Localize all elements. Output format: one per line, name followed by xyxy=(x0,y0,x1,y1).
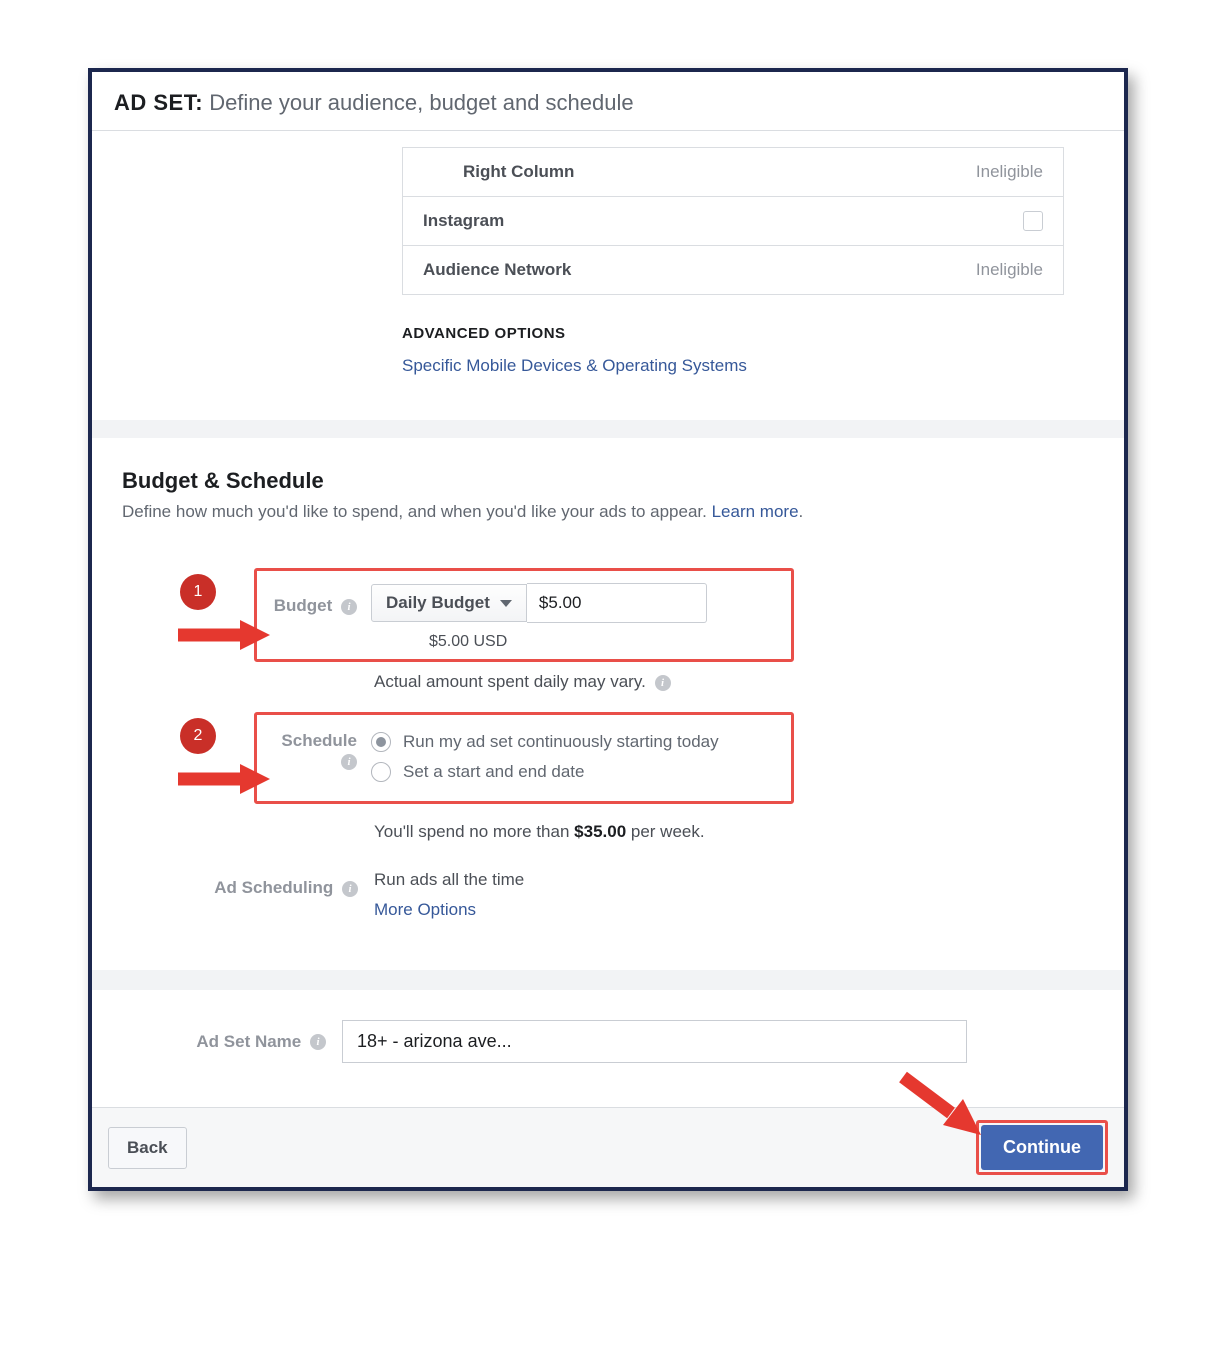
arrow-icon xyxy=(174,618,270,652)
placement-label: Right Column xyxy=(423,162,976,182)
budget-note: Actual amount spent daily may vary. i xyxy=(374,672,1094,692)
placement-status: Ineligible xyxy=(976,260,1043,280)
advanced-options-title: ADVANCED OPTIONS xyxy=(402,325,1064,342)
placement-instagram[interactable]: Instagram xyxy=(402,197,1064,246)
continue-highlight: Continue xyxy=(976,1120,1108,1175)
advanced-options: ADVANCED OPTIONS Specific Mobile Devices… xyxy=(402,325,1064,376)
header-prefix: AD SET: xyxy=(114,90,203,115)
schedule-startend-radio[interactable]: Set a start and end date xyxy=(371,757,719,787)
budget-type-label: Daily Budget xyxy=(386,593,490,613)
budget-schedule-title: Budget & Schedule xyxy=(122,468,1094,494)
radio-label: Set a start and end date xyxy=(403,762,584,782)
callout-badge-1: 1 xyxy=(180,574,216,610)
budget-type-dropdown[interactable]: Daily Budget xyxy=(371,584,527,622)
budget-schedule-subtitle: Define how much you'd like to spend, and… xyxy=(122,502,1094,522)
ad-set-name-label: Ad Set Name i xyxy=(122,1032,342,1052)
schedule-highlight: Schedule i Run my ad set continuously st… xyxy=(254,712,794,804)
budget-label: Budget i xyxy=(267,590,371,616)
placements-panel: Right Column Ineligible Instagram Audien… xyxy=(402,141,1064,376)
subtitle-text: Define how much you'd like to spend, and… xyxy=(122,502,712,521)
placement-audience-network[interactable]: Audience Network Ineligible xyxy=(402,246,1064,295)
arrow-icon xyxy=(889,1063,989,1143)
back-button[interactable]: Back xyxy=(108,1127,187,1169)
budget-usd-text: $5.00 USD xyxy=(429,633,781,651)
info-icon[interactable]: i xyxy=(341,754,357,770)
footer: Back Continue xyxy=(92,1107,1124,1187)
placement-label: Audience Network xyxy=(423,260,976,280)
more-options-link[interactable]: More Options xyxy=(374,900,476,920)
arrow-icon xyxy=(174,762,270,796)
radio-icon xyxy=(371,762,391,782)
header-desc: Define your audience, budget and schedul… xyxy=(209,90,633,115)
info-icon[interactable]: i xyxy=(341,599,357,615)
budget-highlight: Budget i Daily Budget $5.00 USD xyxy=(254,568,794,662)
radio-icon xyxy=(371,732,391,752)
caret-down-icon xyxy=(500,600,512,607)
spend-note: You'll spend no more than $35.00 per wee… xyxy=(374,822,1094,842)
ad-set-window: AD SET: Define your audience, budget and… xyxy=(88,68,1128,1191)
placement-label: Instagram xyxy=(423,211,1023,231)
content-area: Right Column Ineligible Instagram Audien… xyxy=(92,131,1124,1107)
schedule-continuous-radio[interactable]: Run my ad set continuously starting toda… xyxy=(371,727,719,757)
ad-scheduling-label: Ad Scheduling i xyxy=(122,870,374,898)
callout-badge-2: 2 xyxy=(180,718,216,754)
header: AD SET: Define your audience, budget and… xyxy=(92,72,1124,131)
divider xyxy=(92,970,1124,990)
radio-label: Run my ad set continuously starting toda… xyxy=(403,732,719,752)
info-icon[interactable]: i xyxy=(342,881,358,897)
devices-os-link[interactable]: Specific Mobile Devices & Operating Syst… xyxy=(402,356,1064,376)
schedule-label: Schedule i xyxy=(267,727,371,787)
budget-amount-input[interactable] xyxy=(527,583,707,623)
info-icon[interactable]: i xyxy=(655,675,671,691)
info-icon[interactable]: i xyxy=(310,1034,326,1050)
instagram-checkbox[interactable] xyxy=(1023,211,1043,231)
learn-more-link[interactable]: Learn more xyxy=(712,502,799,521)
ad-scheduling-value: Run ads all the time xyxy=(374,870,1094,890)
ad-set-name-input[interactable] xyxy=(342,1020,967,1063)
divider xyxy=(92,420,1124,438)
placement-right-column[interactable]: Right Column Ineligible xyxy=(402,147,1064,197)
continue-button[interactable]: Continue xyxy=(981,1125,1103,1170)
placement-status: Ineligible xyxy=(976,162,1043,182)
form-area: 1 Budget i Daily Budget xyxy=(122,568,1094,920)
